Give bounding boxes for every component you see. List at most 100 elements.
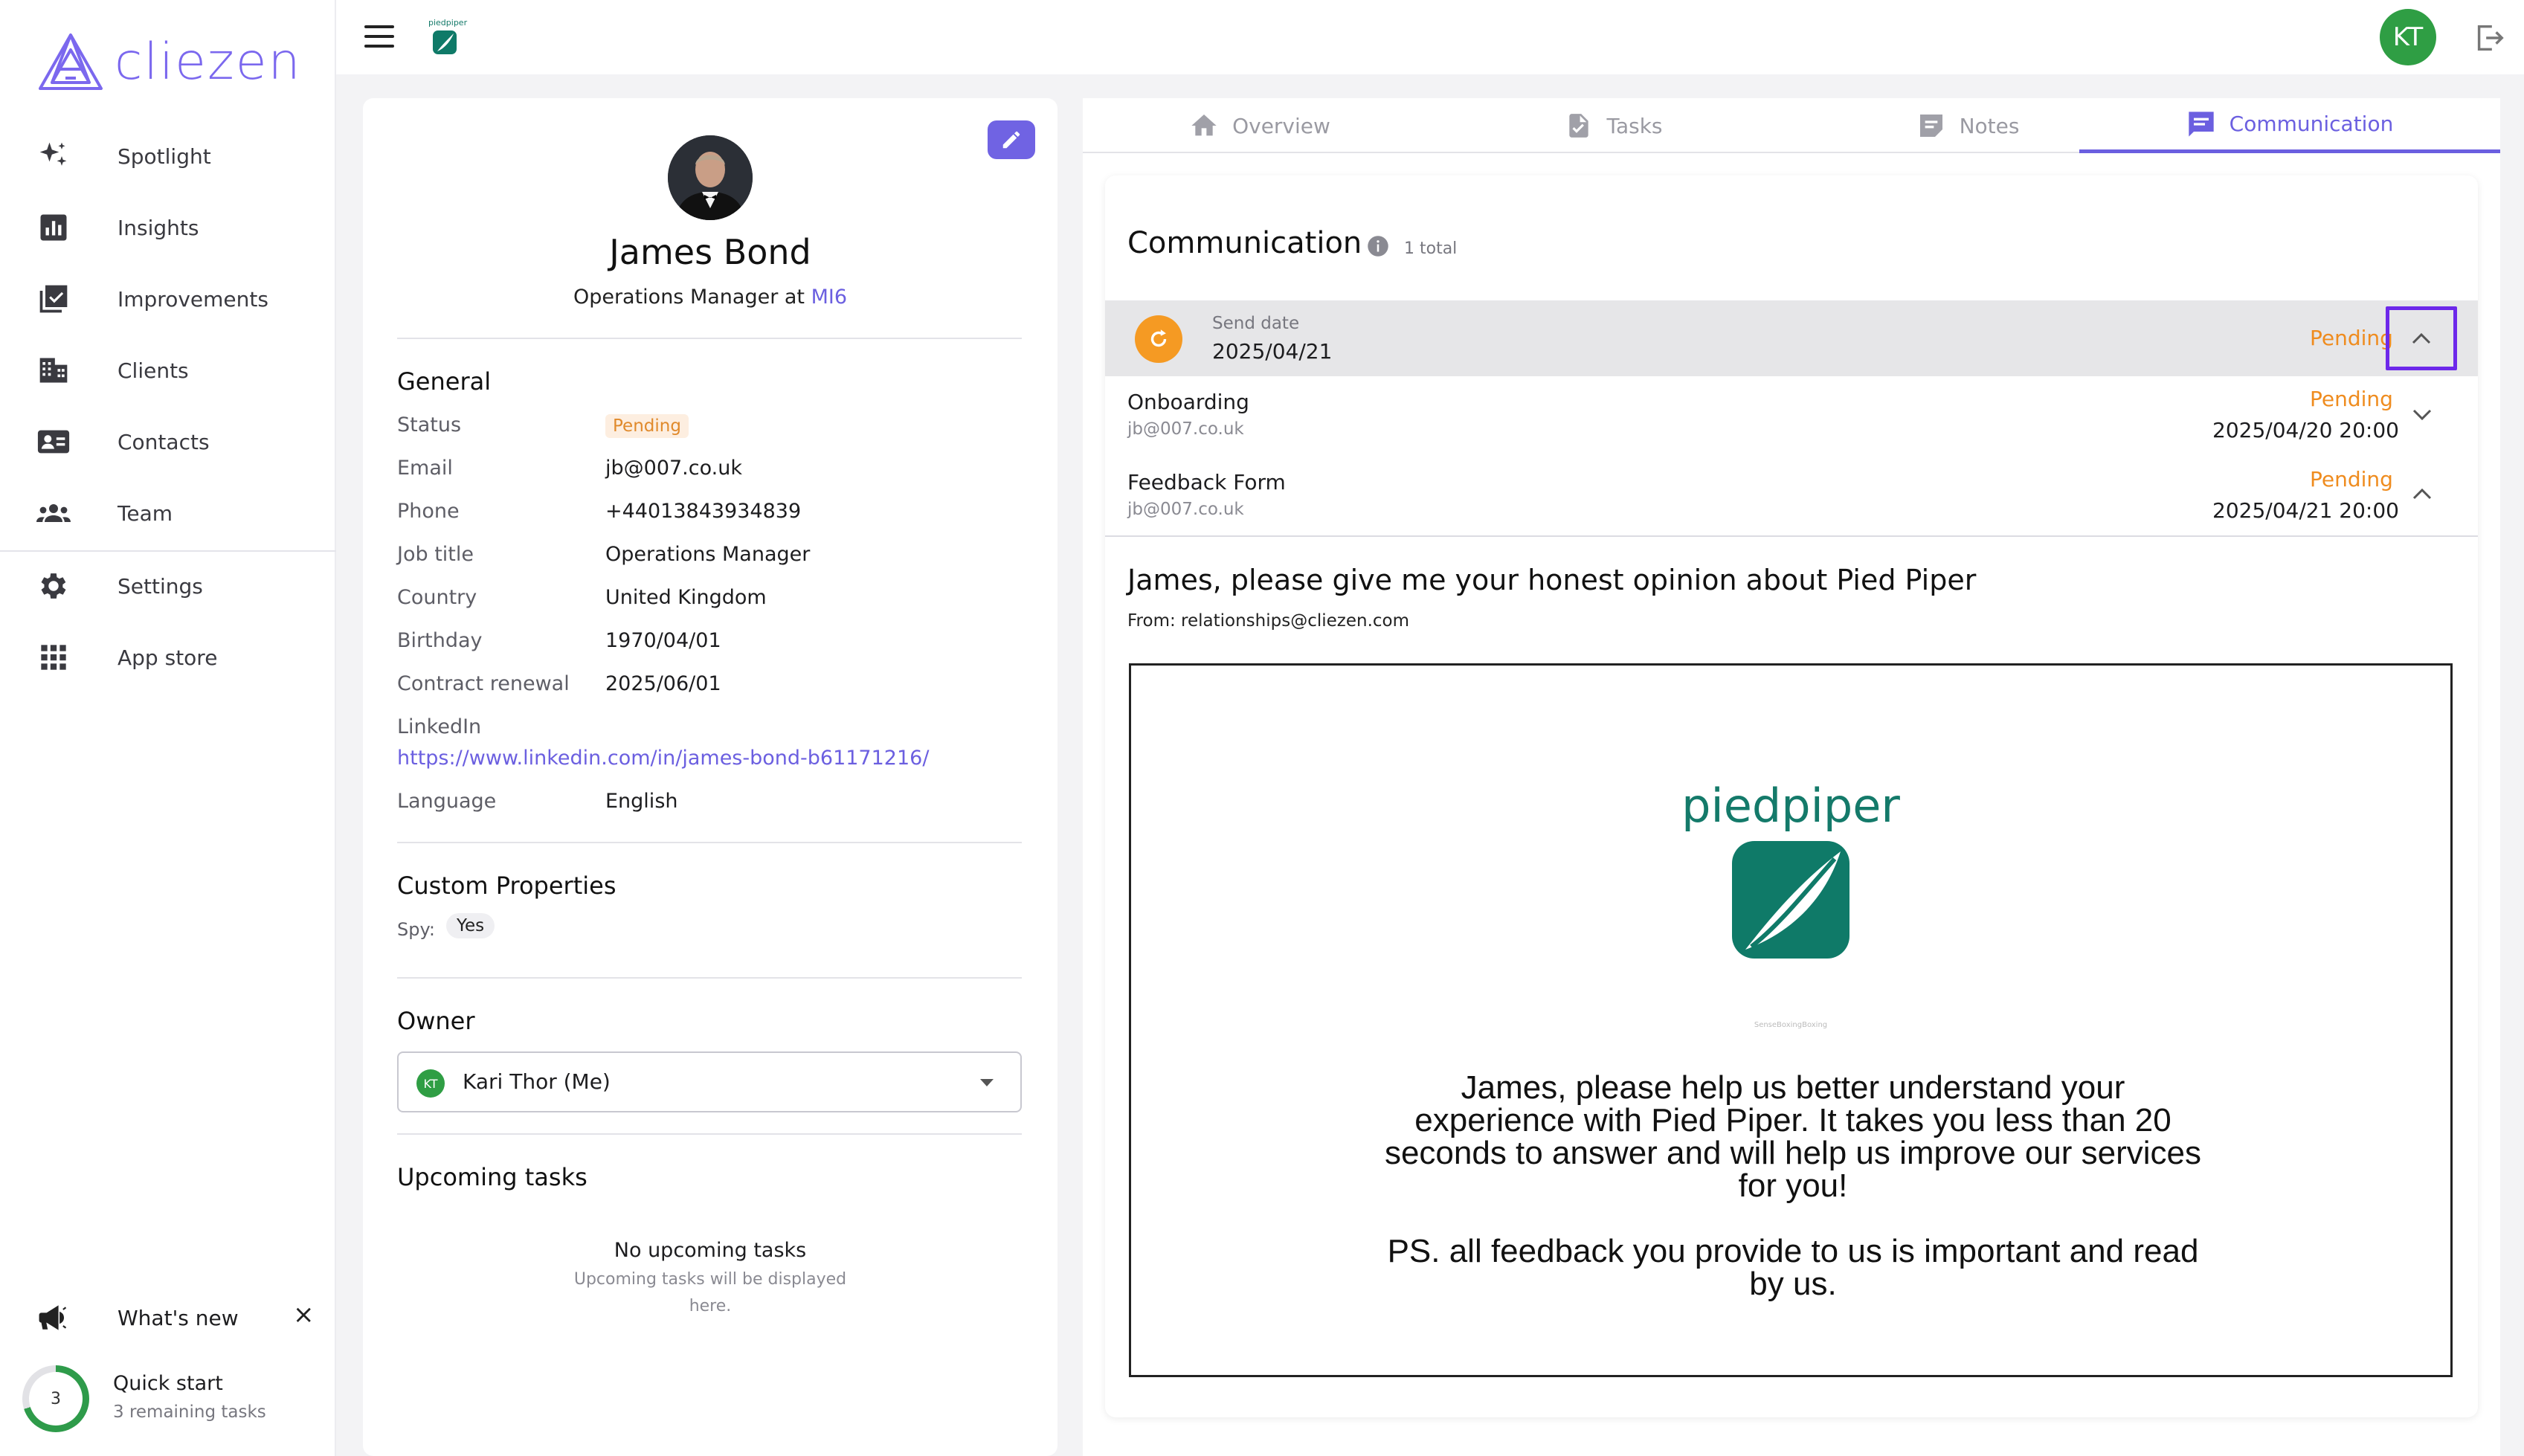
gear-icon — [36, 568, 71, 604]
bar-chart-icon — [36, 210, 71, 245]
sidebar-item-insights[interactable]: Insights — [0, 198, 336, 257]
owner-title: Owner — [397, 1007, 475, 1035]
cliezen-logo-icon — [39, 33, 103, 90]
spy-value: Yes — [446, 913, 495, 938]
language-value: English — [605, 790, 678, 813]
communication-item[interactable]: Feedback Form jb@007.co.uk Pending 2025/… — [1105, 455, 2478, 537]
tab-label: Tasks — [1606, 113, 1663, 138]
checklist-icon — [36, 281, 71, 317]
quick-start-progress[interactable]: 3 — [22, 1365, 89, 1432]
linkedin-link[interactable]: https://www.linkedin.com/in/james-bond-b… — [397, 747, 929, 770]
cliezen-logo[interactable]: cliezen — [37, 28, 302, 95]
sidebar-item-app-store[interactable]: App store — [0, 628, 336, 687]
divider — [397, 338, 1022, 339]
email-logo-caption: SenseBoxingBoxing — [1754, 1021, 1828, 1029]
tab-label: Communication — [2229, 112, 2394, 136]
tab-bar: Overview Tasks Notes Communication — [1083, 98, 2500, 153]
item-name: Feedback Form — [1127, 470, 1286, 495]
chat-icon — [2188, 111, 2214, 137]
email-value: jb@007.co.uk — [605, 457, 742, 480]
email-body-line2: experience with Pied Piper. It takes you… — [1414, 1102, 2172, 1138]
country-label: Country — [397, 586, 477, 609]
company-link[interactable]: MI6 — [811, 286, 847, 309]
pending-status-icon — [1135, 315, 1182, 363]
pencil-icon — [1002, 131, 1020, 149]
message-from: From: relationships@cliezen.com — [1127, 611, 1410, 631]
sidebar-item-label: Team — [117, 500, 173, 526]
home-icon — [1191, 115, 1217, 136]
sidebar-item-improvements[interactable]: Improvements — [0, 269, 336, 329]
user-avatar[interactable]: KT — [2380, 9, 2436, 65]
contact-avatar — [668, 135, 753, 220]
custom-properties-title: Custom Properties — [397, 872, 616, 900]
chevron-up-icon[interactable] — [2412, 488, 2432, 503]
item-status: Pending — [2310, 467, 2393, 492]
sidebar-item-label: Insights — [117, 215, 199, 240]
quick-start-count: 3 — [29, 1372, 83, 1426]
contact-name: James Bond — [609, 232, 811, 272]
sidebar-item-label: Clients — [117, 358, 189, 383]
communication-panel: Communication 1 total Send date 2025/04/… — [1083, 153, 2500, 1456]
sidebar-item-team[interactable]: Team — [0, 483, 336, 543]
item-status: Pending — [2310, 387, 2393, 411]
communication-title: Communication — [1127, 226, 1362, 260]
grid-icon — [36, 640, 71, 675]
spy-label: Spy: — [397, 919, 436, 940]
owner-select[interactable]: KT Kari Thor (Me) — [397, 1051, 1022, 1112]
sidebar-item-clients[interactable]: Clients — [0, 341, 336, 400]
notes-icon — [1919, 115, 1942, 137]
email-preview: piedpiper SenseBoxingBoxing James, pleas… — [1129, 663, 2453, 1377]
birthday-value: 1970/04/01 — [605, 629, 721, 652]
chevron-down-icon — [979, 1077, 995, 1091]
whats-new-label: What's new — [117, 1305, 239, 1330]
chevron-down-icon[interactable] — [2412, 409, 2432, 424]
org-logo[interactable]: piedpiper — [428, 18, 467, 59]
group-status: Pending — [2310, 326, 2393, 350]
menu-icon[interactable] — [364, 25, 394, 48]
task-file-icon — [1569, 114, 1589, 138]
language-label: Language — [397, 790, 497, 813]
contract-renewal-value: 2025/06/01 — [605, 672, 721, 695]
country-value: United Kingdom — [605, 586, 767, 609]
logout-icon[interactable] — [2472, 21, 2506, 58]
piedpiper-logo-icon — [433, 30, 457, 54]
item-email: jb@007.co.uk — [1127, 419, 1244, 439]
sidebar-item-label: App store — [117, 645, 218, 670]
sidebar-item-contacts[interactable]: Contacts — [0, 412, 336, 471]
sidebar-item-settings[interactable]: Settings — [0, 556, 336, 616]
sidebar-item-label: Contacts — [117, 429, 210, 454]
quick-start-title[interactable]: Quick start — [113, 1372, 223, 1395]
upcoming-tasks-title: Upcoming tasks — [397, 1163, 587, 1191]
contract-renewal-label: Contract renewal — [397, 672, 570, 695]
piedpiper-logo — [1729, 838, 1852, 964]
divider — [397, 842, 1022, 843]
email-body-line4: for you! — [1738, 1167, 1848, 1204]
collapse-group-button[interactable] — [2386, 306, 2457, 370]
item-datetime: 2025/04/20 20:00 — [2212, 418, 2399, 442]
status-badge: Pending — [605, 414, 689, 438]
sidebar-item-spotlight[interactable]: Spotlight — [0, 126, 336, 186]
no-tasks-line2: here. — [689, 1297, 732, 1315]
top-bar: piedpiper KT — [336, 0, 2524, 74]
info-icon[interactable] — [1367, 235, 1389, 260]
email-ps-line2: by us. — [1749, 1266, 1837, 1302]
sidebar-item-label: Improvements — [117, 286, 268, 312]
item-email: jb@007.co.uk — [1127, 500, 1244, 519]
owner-avatar: KT — [416, 1069, 445, 1098]
tab-communication[interactable]: Communication — [2079, 98, 2500, 153]
tab-label: Overview — [1232, 113, 1330, 138]
people-icon — [36, 495, 71, 531]
send-date-group-row[interactable]: Send date 2025/04/21 Pending — [1105, 300, 2478, 376]
chevron-up-icon — [2412, 332, 2431, 344]
contact-profile-card: James Bond Operations Manager at MI6 Gen… — [363, 98, 1057, 1456]
message-subject: James, please give me your honest opinio… — [1127, 564, 1977, 596]
whats-new-item[interactable]: What's new — [0, 1288, 336, 1347]
close-icon[interactable]: × — [293, 1300, 315, 1330]
communication-item[interactable]: Onboarding jb@007.co.uk Pending 2025/04/… — [1105, 376, 2478, 455]
spy-chip: Yes — [446, 913, 495, 938]
communication-card: Communication 1 total Send date 2025/04/… — [1105, 175, 2478, 1417]
tab-overview[interactable]: Overview — [1083, 98, 1437, 153]
edit-button[interactable] — [988, 120, 1035, 159]
tab-tasks[interactable]: Tasks — [1437, 98, 1791, 153]
building-icon — [36, 352, 71, 388]
